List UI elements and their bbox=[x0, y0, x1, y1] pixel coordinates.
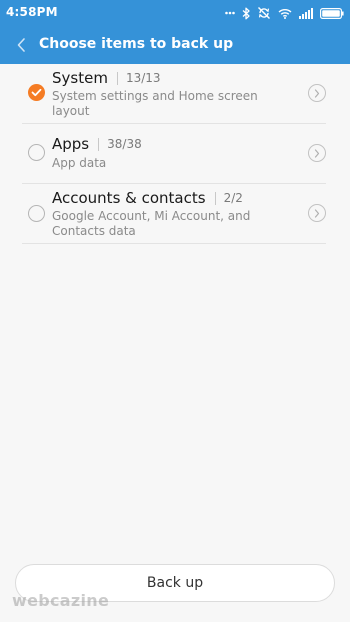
chevron-right-icon bbox=[314, 148, 320, 158]
chevron-left-icon bbox=[17, 38, 25, 52]
status-icons bbox=[225, 5, 344, 21]
item-description: System settings and Home screen layout bbox=[52, 89, 258, 118]
check-icon bbox=[31, 88, 42, 97]
item-description: App data bbox=[52, 156, 107, 170]
page-title: Choose items to back up bbox=[39, 36, 234, 52]
wifi-icon bbox=[278, 8, 292, 19]
item-description: Google Account, Mi Account, and Contacts… bbox=[52, 209, 251, 238]
system-checkbox[interactable] bbox=[28, 84, 45, 101]
item-title: Apps bbox=[52, 135, 90, 153]
system-title-row: System 13/13 bbox=[52, 69, 161, 87]
backup-item-list: System 13/13 System settings and Home sc… bbox=[0, 64, 350, 244]
accounts-title-row: Accounts & contacts 2/2 bbox=[52, 189, 243, 207]
battery-icon bbox=[320, 7, 344, 19]
app-header: Choose items to back up bbox=[0, 26, 350, 64]
apps-title-row: Apps 38/38 bbox=[52, 135, 142, 153]
title-separator bbox=[116, 71, 118, 85]
item-count: 2/2 bbox=[223, 191, 243, 205]
list-item-apps[interactable]: Apps 38/38 App data bbox=[0, 124, 350, 184]
sync-off-icon bbox=[257, 6, 271, 20]
bluetooth-icon bbox=[242, 7, 250, 20]
system-detail-button[interactable] bbox=[308, 84, 326, 102]
item-title: Accounts & contacts bbox=[52, 189, 206, 207]
item-title: System bbox=[52, 69, 108, 87]
chevron-right-icon bbox=[314, 88, 320, 98]
list-item-system[interactable]: System 13/13 System settings and Home sc… bbox=[0, 64, 350, 124]
back-up-button[interactable]: Back up bbox=[15, 564, 335, 602]
list-item-accounts[interactable]: Accounts & contacts 2/2 Google Account, … bbox=[0, 184, 350, 244]
apps-checkbox[interactable] bbox=[28, 144, 45, 161]
title-separator bbox=[214, 191, 216, 205]
row-divider bbox=[22, 124, 326, 184]
accounts-checkbox[interactable] bbox=[28, 205, 45, 222]
backup-screen: 4:58PM Choose items to back up System 13… bbox=[0, 0, 350, 622]
dots-icon bbox=[225, 11, 235, 15]
apps-detail-button[interactable] bbox=[308, 144, 326, 162]
back-button[interactable] bbox=[10, 34, 32, 56]
item-count: 38/38 bbox=[107, 137, 142, 151]
status-time: 4:58PM bbox=[6, 5, 58, 19]
chevron-right-icon bbox=[314, 208, 320, 218]
status-bar: 4:58PM bbox=[0, 0, 350, 26]
item-count: 13/13 bbox=[125, 71, 161, 85]
title-separator bbox=[98, 137, 100, 151]
signal-icon bbox=[299, 7, 313, 19]
accounts-detail-button[interactable] bbox=[308, 204, 326, 222]
